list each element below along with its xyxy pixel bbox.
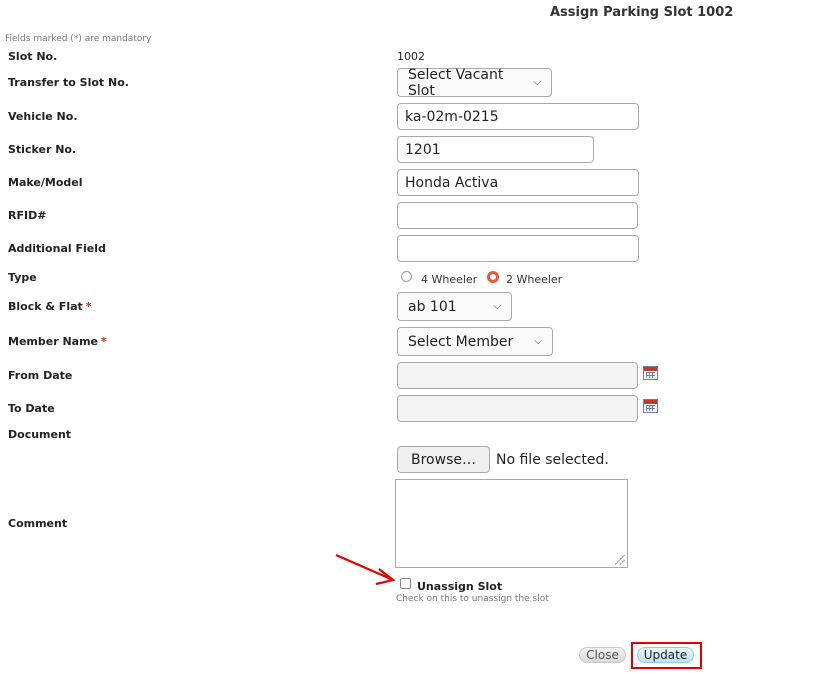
to-date-input[interactable]	[397, 395, 638, 422]
additional-field-input[interactable]	[397, 235, 639, 262]
required-mark: *	[101, 335, 107, 348]
resize-grip-icon[interactable]	[615, 555, 625, 565]
rfid-label: RFID#	[8, 209, 47, 222]
comment-textarea[interactable]	[395, 479, 628, 568]
comment-label: Comment	[8, 517, 68, 530]
type-label: Type	[8, 271, 37, 284]
unassign-label: Unassign Slot	[417, 580, 503, 593]
to-date-label: To Date	[8, 402, 55, 415]
make-model-value: Honda Activa	[405, 174, 499, 191]
update-button[interactable]: Update	[637, 647, 694, 663]
block-flat-select[interactable]: ab 101 ⌵	[397, 292, 512, 321]
unassign-hint: Check on this to unassign the slot	[396, 594, 549, 604]
additional-field-label: Additional Field	[8, 242, 106, 255]
make-model-input[interactable]: Honda Activa	[397, 169, 639, 196]
close-button[interactable]: Close	[579, 647, 626, 663]
red-arrow-icon	[335, 553, 396, 586]
sticker-no-input[interactable]: 1201	[397, 136, 594, 163]
transfer-slot-select[interactable]: Select Vacant Slot ⌵	[397, 66, 552, 99]
required-mark: *	[85, 300, 92, 313]
make-model-label: Make/Model	[8, 176, 83, 189]
vehicle-no-label: Vehicle No.	[8, 110, 78, 123]
chevron-down-icon: ⌵	[534, 336, 542, 347]
radio-4-wheeler-label: 4 Wheeler	[421, 273, 478, 286]
rfid-input[interactable]	[397, 202, 638, 229]
radio-2-wheeler[interactable]	[487, 271, 499, 283]
from-date-input[interactable]	[397, 362, 638, 389]
radio-4-wheeler[interactable]	[401, 271, 412, 282]
browse-button[interactable]: Browse…	[397, 446, 490, 473]
chevron-down-icon: ⌵	[533, 77, 541, 88]
block-flat-label: Block & Flat *	[8, 300, 92, 313]
member-name-label: Member Name *	[8, 335, 107, 348]
calendar-icon[interactable]	[643, 366, 658, 380]
vehicle-no-value: ka-02m-0215	[405, 108, 499, 125]
sticker-no-value: 1201	[405, 141, 441, 158]
member-name-select[interactable]: Select Member ⌵	[397, 327, 553, 356]
unassign-checkbox[interactable]	[400, 578, 411, 589]
document-label: Document	[8, 428, 72, 441]
page-title: Assign Parking Slot 1002	[550, 5, 734, 20]
member-name-label-text: Member Name	[8, 335, 99, 348]
file-status: No file selected.	[496, 452, 609, 468]
vehicle-no-input[interactable]: ka-02m-0215	[397, 103, 639, 130]
member-name-selected: Select Member	[408, 333, 514, 350]
radio-2-wheeler-label: 2 Wheeler	[506, 273, 563, 286]
transfer-slot-selected: Select Vacant Slot	[408, 66, 504, 99]
block-flat-label-text: Block & Flat	[8, 300, 83, 313]
sticker-no-label: Sticker No.	[8, 143, 77, 156]
transfer-slot-label: Transfer to Slot No.	[8, 76, 129, 89]
slot-no-value: 1002	[397, 50, 425, 63]
mandatory-note: Fields marked (*) are mandatory	[5, 34, 152, 44]
block-flat-selected: ab 101	[408, 298, 457, 315]
from-date-label: From Date	[8, 369, 73, 382]
chevron-down-icon: ⌵	[493, 301, 501, 312]
slot-no-label: Slot No.	[8, 50, 58, 63]
calendar-icon[interactable]	[643, 399, 658, 413]
